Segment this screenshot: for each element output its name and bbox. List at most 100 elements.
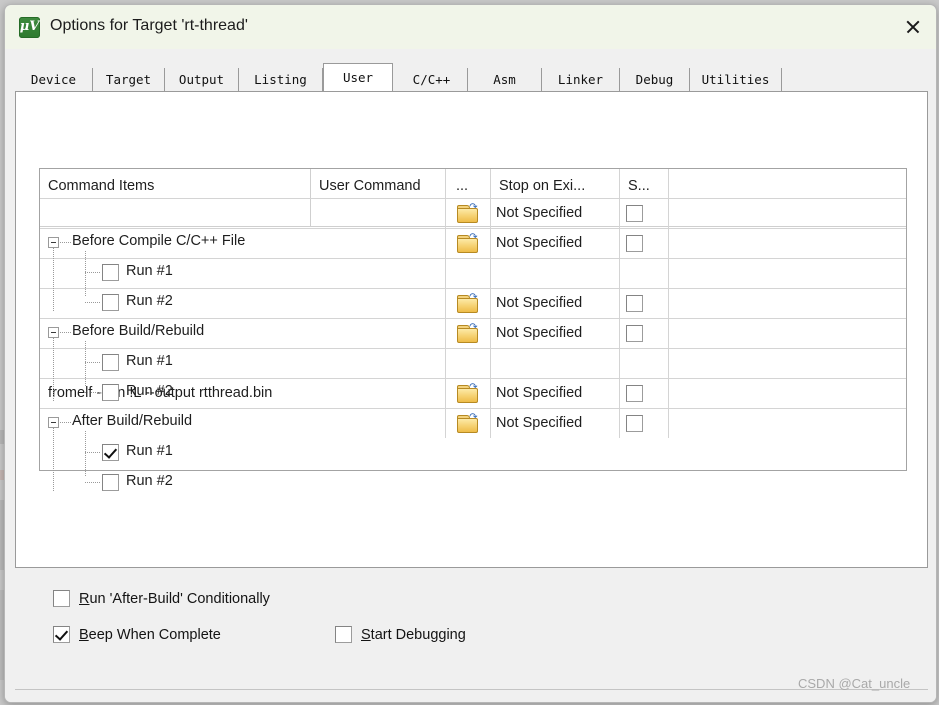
screen: μV Options for Target 'rt-thread' Device… [0,0,939,705]
tree-connector [85,362,101,363]
browse-folder-icon[interactable]: ↷ [456,203,478,223]
uvision-logo-icon: μV [19,17,40,38]
tab-target[interactable]: Target [93,68,165,91]
stop-on-exit-cell[interactable]: Not Specified [491,199,620,228]
tab-device[interactable]: Device [15,68,93,91]
checkbox-run-after-build-conditionally[interactable] [53,590,70,608]
tree-item-label: Run #2 [126,473,173,489]
cell-separator [490,349,491,378]
tab-asm[interactable]: Asm [468,68,542,91]
s-column-cell[interactable] [626,325,643,343]
option-label-start-debugging: Start Debugging [361,627,466,643]
tree-group-after-build-rebuild[interactable]: After Build/Rebuild [40,407,310,437]
tree-item-run[interactable]: Run #2 [40,377,310,407]
tree-item-run[interactable]: Run #1 [40,347,310,377]
tree-item-run[interactable]: Run #1 [40,437,310,467]
option-mnemonic: R [79,590,90,607]
checkbox-s-column[interactable] [626,415,643,433]
checkbox-beep-when-complete[interactable] [53,626,70,644]
checkbox-run-enabled[interactable] [102,354,119,371]
tree-trunk [53,338,54,402]
cell-separator [490,169,491,198]
tab-c-c[interactable]: C/C++ [396,68,468,91]
stop-on-exit-cell[interactable]: Not Specified [491,289,620,318]
cell-separator [668,319,669,348]
browse-folder-icon[interactable]: ↷ [456,323,478,343]
option-start-debugging[interactable]: Start Debugging [335,626,466,644]
title-bar: μV Options for Target 'rt-thread' [5,5,936,49]
tree-connector [85,392,101,393]
close-icon[interactable] [889,5,936,49]
option-beep-when-complete[interactable]: Beep When Complete [53,626,221,644]
tree-connector [60,332,71,333]
cell-separator [668,229,669,258]
tree-branch [85,341,86,387]
browse-folder-icon[interactable]: ↷ [456,293,478,313]
table-row[interactable]: ↷ Not Specified [40,199,906,229]
cell-separator [619,169,620,198]
user-command-cell[interactable] [40,199,445,228]
checkbox-run-enabled[interactable] [102,264,119,281]
collapse-expander-icon[interactable] [48,237,59,248]
checkbox-run-enabled[interactable] [102,444,119,461]
option-label-beep-when-complete: Beep When Complete [79,627,221,643]
checkbox-s-column[interactable] [626,385,643,403]
tab-utilities[interactable]: Utilities [690,68,782,91]
folder-arrow-icon: ↷ [469,232,478,243]
tree-group-before-build-rebuild[interactable]: Before Build/Rebuild [40,317,310,347]
tree-item-run[interactable]: Run #2 [40,467,310,497]
user-command-cell[interactable] [40,169,445,198]
tab-output[interactable]: Output [165,68,239,91]
table-row[interactable] [40,169,906,199]
tab-debug[interactable]: Debug [620,68,690,91]
cell-separator [445,229,446,258]
s-column-cell[interactable] [626,295,643,313]
option-rest: tart Debugging [370,626,466,643]
tree-item-run[interactable]: Run #2 [40,287,310,317]
collapse-expander-icon[interactable] [48,417,59,428]
cell-separator [490,259,491,288]
checkbox-start-debugging[interactable] [335,626,352,644]
stop-on-exit-cell[interactable]: Not Specified [491,229,620,258]
user-commands-grid: Command Items User Command ... Stop on E… [39,168,907,492]
checkbox-run-enabled[interactable] [102,474,119,491]
option-rest: un 'After-Build' Conditionally [89,590,270,607]
checkbox-s-column[interactable] [626,235,643,253]
cell-separator [445,379,446,408]
tree-connector [85,482,101,483]
stop-on-exit-cell[interactable]: Not Specified [491,319,620,348]
collapse-expander-icon[interactable] [48,327,59,338]
tree-connector [85,452,101,453]
option-run-after-build-conditionally[interactable]: Run 'After-Build' Conditionally [53,590,270,608]
tree-item-label: Run #1 [126,263,173,279]
s-column-cell[interactable] [626,415,643,433]
checkbox-s-column[interactable] [626,295,643,313]
cell-separator [445,259,446,288]
tree-connector [85,272,101,273]
s-column-cell[interactable] [626,205,643,223]
tab-user[interactable]: User [323,63,393,91]
cell-separator [445,169,446,198]
dialog-body: Device Target Output Listing User C/C++ Asm Lin… [5,49,936,702]
s-column-cell[interactable] [626,235,643,253]
tab-panel-user: Command Items User Command ... Stop on E… [15,92,928,568]
browse-folder-icon[interactable]: ↷ [456,232,478,253]
tree-item-label: Run #1 [126,443,173,459]
checkbox-run-enabled[interactable] [102,294,119,311]
tree-branch [85,251,86,297]
tree-group-before-compile-c-c-file[interactable]: Before Compile C/C++ File [40,227,310,257]
stop-on-exit-cell[interactable]: Not Specified [491,409,620,438]
cell-separator [619,259,620,288]
tree-connector [60,422,71,423]
tab-listing[interactable]: Listing [239,68,323,91]
browse-folder-icon[interactable]: ↷ [456,383,478,403]
s-column-cell[interactable] [626,385,643,403]
tree-item-run[interactable]: Run #1 [40,257,310,287]
checkbox-s-column[interactable] [626,325,643,343]
stop-on-exit-cell[interactable]: Not Specified [491,379,620,408]
checkbox-s-column[interactable] [626,205,643,223]
cell-separator [668,289,669,318]
browse-folder-icon[interactable]: ↷ [456,413,478,433]
tab-linker[interactable]: Linker [542,68,620,91]
checkbox-run-enabled[interactable] [102,384,119,401]
